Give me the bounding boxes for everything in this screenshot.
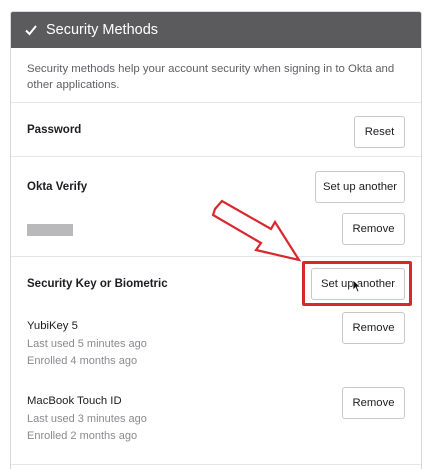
device-last-used: Last used 3 minutes ago (27, 413, 147, 425)
section-divider (11, 464, 421, 465)
security-methods-panel: Security Methods Security methods help y… (10, 11, 422, 469)
password-label: Password (27, 124, 82, 136)
device-last-used: Last used 5 minutes ago (27, 338, 147, 350)
okta-verify-setup-another-button[interactable]: Set up another (315, 171, 405, 203)
cursor-icon (352, 279, 362, 293)
panel-title: Security Methods (46, 22, 159, 38)
check-icon (25, 25, 37, 36)
panel-description: Security methods help your account secur… (27, 63, 395, 91)
reset-password-button[interactable]: Reset (354, 116, 405, 148)
okta-verify-remove-button[interactable]: Remove (342, 213, 405, 245)
device-name: MacBook Touch ID (27, 395, 122, 407)
remove-yubikey-button[interactable]: Remove (342, 312, 405, 344)
security-key-label: Security Key or Biometric (27, 278, 168, 290)
device-name: YubiKey 5 (27, 320, 78, 332)
panel-header: Security Methods (11, 12, 421, 48)
redacted-device-name (27, 224, 73, 236)
device-enrolled: Enrolled 2 months ago (27, 430, 138, 442)
remove-macbook-touch-id-button[interactable]: Remove (342, 387, 405, 419)
device-enrolled: Enrolled 4 months ago (27, 355, 138, 367)
password-section: Password Reset (11, 102, 421, 156)
okta-verify-label: Okta Verify (27, 181, 88, 193)
okta-verify-section: Okta Verify Set up another Remove (11, 156, 421, 256)
